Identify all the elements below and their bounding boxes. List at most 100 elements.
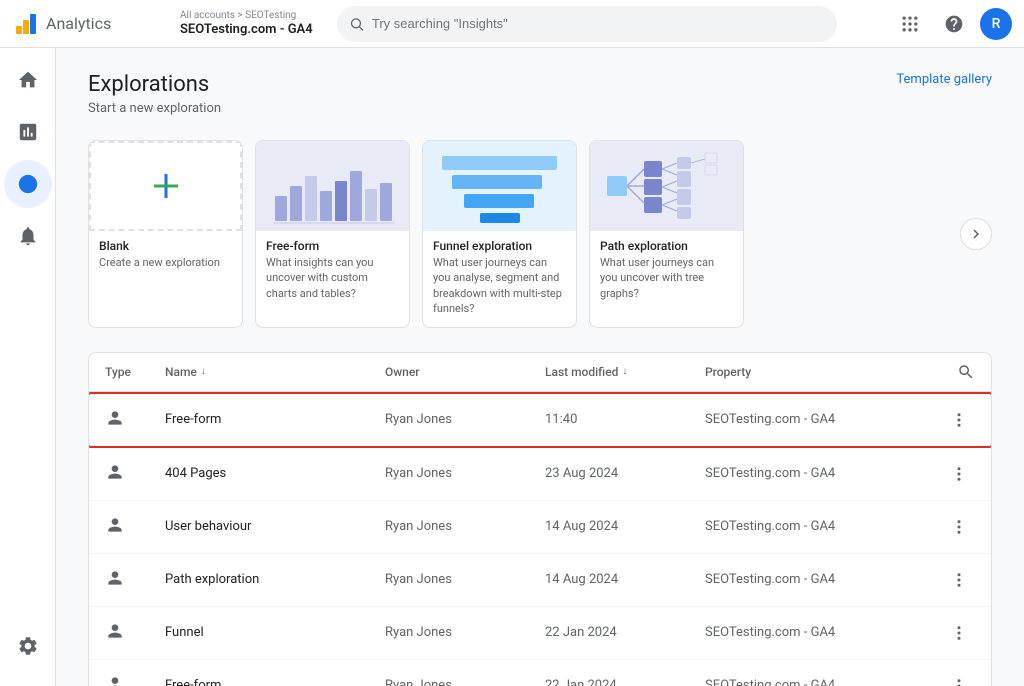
table-body: Free-form Ryan Jones 11:40 SEOTesting.co… [89,392,991,686]
col-name[interactable]: Name ↓ [165,365,385,379]
col-search[interactable] [927,363,975,381]
cell-name: Path exploration [165,572,385,587]
cell-name: 404 Pages [165,466,385,481]
cell-property: SEOTesting.com - GA4 [705,412,927,427]
search-input[interactable] [372,16,825,31]
more-options-button[interactable] [943,511,975,543]
breadcrumb-top: All accounts > SEOTesting [180,9,313,22]
section-subtitle: Start a new exploration [88,101,221,116]
more-options-button[interactable] [943,617,975,649]
sidebar-top [0,56,55,260]
table-header: Type Name ↓ Owner Last modified ↓ Proper… [89,353,991,392]
blank-preview [89,141,242,231]
page-section: Explorations Start a new exploration [88,72,221,132]
table-row[interactable]: User behaviour Ryan Jones 14 Aug 2024 SE… [89,501,991,554]
cards-next-button[interactable] [960,218,992,250]
col-property: Property [705,365,927,379]
sidebar-item-reports[interactable] [4,108,52,156]
more-options-button[interactable] [943,404,975,436]
cell-actions [927,670,975,686]
cards-container: Blank Create a new exploration [88,140,952,328]
template-path-desc: What user journeys can you uncover with … [590,255,743,301]
sidebar-item-settings[interactable] [4,622,52,670]
cell-last-modified: 14 Aug 2024 [545,519,705,534]
template-funnel-desc: What user journeys can you analyse, segm… [423,255,576,317]
cards-header: Explorations Start a new exploration Tem… [88,72,992,132]
cell-name: Funnel [165,625,385,640]
cell-property: SEOTesting.com - GA4 [705,466,927,481]
template-blank-desc: Create a new exploration [89,255,242,270]
template-funnel-title: Funnel exploration [423,231,576,255]
template-path-title: Path exploration [590,231,743,255]
breadcrumb-bottom: SEOTesting.com - GA4 [180,22,313,39]
cell-type [105,621,165,645]
table-row[interactable]: Path exploration Ryan Jones 14 Aug 2024 … [89,554,991,607]
cell-last-modified: 22 Jan 2024 [545,625,705,640]
template-gallery-link[interactable]: Template gallery [896,72,992,87]
col-owner: Owner [385,365,545,379]
sidebar [0,48,56,686]
cell-owner: Ryan Jones [385,466,545,481]
breadcrumb: All accounts > SEOTesting SEOTesting.com… [180,9,313,39]
cell-property: SEOTesting.com - GA4 [705,572,927,587]
template-card-blank[interactable]: Blank Create a new exploration [88,140,243,328]
template-card-funnel[interactable]: Funnel exploration What user journeys ca… [422,140,577,328]
cell-actions [927,564,975,596]
freeform-preview [256,141,409,231]
more-options-button[interactable] [943,458,975,490]
cell-actions [927,404,975,436]
page-title: Explorations [88,72,221,97]
more-options-button[interactable] [943,670,975,686]
explorations-table: Type Name ↓ Owner Last modified ↓ Proper… [88,352,992,686]
sort-name-icon: ↓ [201,366,206,377]
table-row[interactable]: Free-form Ryan Jones 22 Jan 2024 SEOTest… [89,660,991,686]
brand: Analytics [12,10,172,38]
cell-type [105,515,165,539]
cell-last-modified: 14 Aug 2024 [545,572,705,587]
search-icon [349,16,364,32]
table-row[interactable]: Funnel Ryan Jones 22 Jan 2024 SEOTesting… [89,607,991,660]
cell-last-modified: 11:40 [545,412,705,427]
cell-actions [927,617,975,649]
brand-icon [12,10,40,38]
cell-property: SEOTesting.com - GA4 [705,678,927,686]
cell-name: User behaviour [165,519,385,534]
col-type: Type [105,365,165,379]
template-card-freeform[interactable]: Free-form What insights can you uncover … [255,140,410,328]
cell-actions [927,458,975,490]
template-blank-title: Blank [89,231,242,255]
template-freeform-desc: What insights can you uncover with custo… [256,255,409,301]
apps-button[interactable] [892,6,928,42]
brand-title: Analytics [46,14,111,33]
sidebar-bottom [0,622,55,678]
path-preview [590,141,743,231]
cell-type [105,568,165,592]
cell-owner: Ryan Jones [385,572,545,587]
search-box[interactable] [337,6,837,42]
cell-owner: Ryan Jones [385,678,545,686]
template-card-path[interactable]: Path exploration What user journeys can … [589,140,744,328]
cell-property: SEOTesting.com - GA4 [705,625,927,640]
cell-owner: Ryan Jones [385,412,545,427]
cell-owner: Ryan Jones [385,519,545,534]
funnel-preview [423,141,576,231]
cell-type [105,674,165,686]
table-row[interactable]: Free-form Ryan Jones 11:40 SEOTesting.co… [88,392,992,448]
table-row[interactable]: 404 Pages Ryan Jones 23 Aug 2024 SEOTest… [89,448,991,501]
main-content: Explorations Start a new exploration Tem… [56,48,1024,686]
template-cards-row: Blank Create a new exploration [88,140,992,328]
cell-type [105,408,165,432]
cell-type [105,462,165,486]
cell-last-modified: 22 Jan 2024 [545,678,705,686]
more-options-button[interactable] [943,564,975,596]
cell-property: SEOTesting.com - GA4 [705,519,927,534]
cell-name: Free-form [165,678,385,686]
help-button[interactable] [936,6,972,42]
avatar[interactable]: R [980,8,1012,40]
sidebar-item-explore[interactable] [4,160,52,208]
sort-modified-icon: ↓ [622,366,627,377]
sidebar-item-advertising[interactable] [4,212,52,260]
sidebar-item-home[interactable] [4,56,52,104]
col-last-modified[interactable]: Last modified ↓ [545,365,705,379]
top-nav: Analytics All accounts > SEOTesting SEOT… [0,0,1024,48]
